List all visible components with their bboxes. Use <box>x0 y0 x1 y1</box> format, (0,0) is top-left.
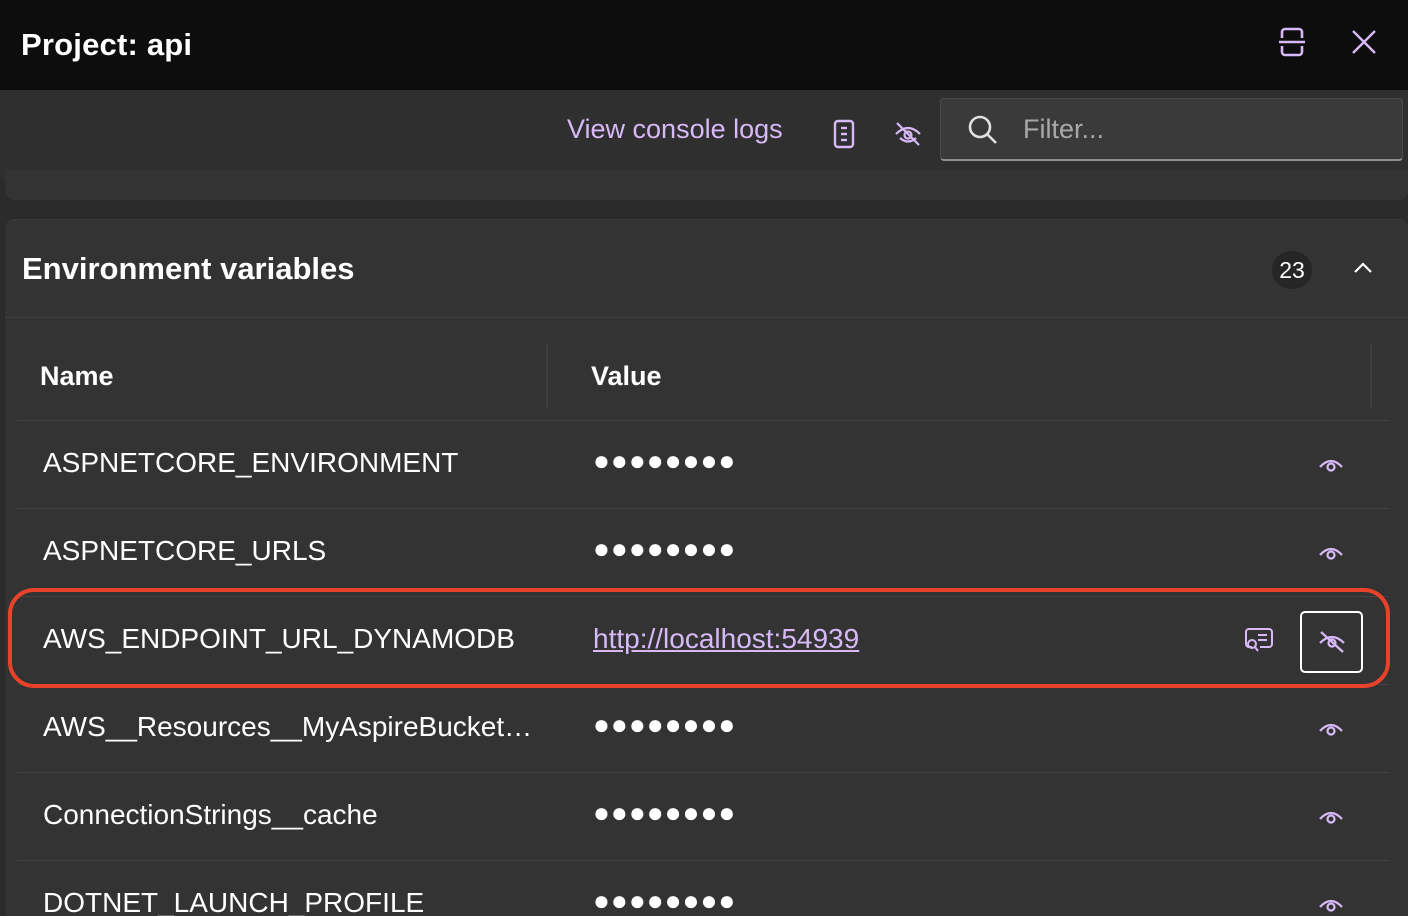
text-search-icon <box>1245 628 1273 652</box>
dialog-titlebar: Project: api <box>0 0 1408 90</box>
variable-name: AWS_ENDPOINT_URL_DYNAMODB <box>43 623 515 654</box>
variable-value: ●●●●●●●● <box>593 797 737 828</box>
collapse-button[interactable] <box>1345 250 1381 286</box>
table-row: DOTNET_LAUNCH_PROFILE ●●●●●●●● <box>17 861 1389 916</box>
variable-value: ●●●●●●●● <box>593 709 737 740</box>
show-value-button[interactable] <box>1311 709 1351 749</box>
eye-icon <box>1319 459 1343 472</box>
filter-input[interactable] <box>1023 111 1383 147</box>
show-value-button[interactable] <box>1311 885 1351 916</box>
chevron-up-icon <box>1354 262 1372 273</box>
dialog-title: Project: api <box>21 27 193 62</box>
logs-button[interactable] <box>822 112 866 156</box>
table-row: ASPNETCORE_ENVIRONMENT ●●●●●●●● <box>17 421 1389 509</box>
column-resize-handle[interactable] <box>1370 344 1372 408</box>
eye-icon <box>1319 723 1343 736</box>
document-icon <box>833 119 855 149</box>
column-resize-handle[interactable] <box>546 344 548 408</box>
table-row: AWS__Resources__MyAspireBucket… ●●●●●●●● <box>17 685 1389 773</box>
eye-icon <box>1319 899 1343 912</box>
eye-icon <box>1319 547 1343 560</box>
view-console-logs-link[interactable]: View console logs <box>567 114 783 145</box>
eye-off-icon <box>1318 631 1345 653</box>
table-row: ConnectionStrings__cache ●●●●●●●● <box>17 773 1389 861</box>
table-row: AWS_ENDPOINT_URL_DYNAMODB http://localho… <box>17 597 1389 685</box>
variable-name: DOTNET_LAUNCH_PROFILE <box>43 887 425 916</box>
variable-name: ASPNETCORE_ENVIRONMENT <box>43 447 459 478</box>
column-header-value[interactable]: Value <box>591 361 662 392</box>
search-icon <box>968 115 997 144</box>
column-header-name[interactable]: Name <box>40 361 114 392</box>
previous-section-card <box>5 170 1408 200</box>
variable-value: ●●●●●●●● <box>593 533 737 564</box>
environment-variables-grid: Name Value ASPNETCORE_ENVIRONMENT ●●●●●●… <box>17 344 1389 916</box>
environment-variables-header[interactable]: Environment variables 23 <box>5 220 1408 318</box>
variable-value: ●●●●●●●● <box>593 445 737 476</box>
show-value-button[interactable] <box>1311 533 1351 573</box>
close-icon <box>1352 30 1376 54</box>
variable-value: ●●●●●●●● <box>593 885 737 916</box>
hide-value-button[interactable] <box>1300 611 1363 673</box>
table-row: ASPNETCORE_URLS ●●●●●●●● <box>17 509 1389 597</box>
count-badge: 23 <box>1272 251 1312 289</box>
split-view-button[interactable] <box>1270 22 1314 62</box>
show-value-button[interactable] <box>1311 445 1351 485</box>
close-button[interactable] <box>1342 22 1386 62</box>
show-value-button[interactable] <box>1311 797 1351 837</box>
section-heading: Environment variables <box>22 251 355 286</box>
eye-off-icon <box>895 122 921 146</box>
view-details-button[interactable] <box>1239 621 1279 661</box>
variable-value-link[interactable]: http://localhost:54939 <box>593 623 859 655</box>
split-view-icon <box>1279 27 1305 57</box>
variable-name: ASPNETCORE_URLS <box>43 535 327 566</box>
variable-name: ConnectionStrings__cache <box>43 799 378 830</box>
filter-box[interactable] <box>940 98 1403 161</box>
grid-header: Name Value <box>17 344 1389 421</box>
eye-icon <box>1319 811 1343 824</box>
hide-all-values-button[interactable] <box>886 112 930 156</box>
variable-name: AWS__Resources__MyAspireBucket… <box>43 711 533 742</box>
